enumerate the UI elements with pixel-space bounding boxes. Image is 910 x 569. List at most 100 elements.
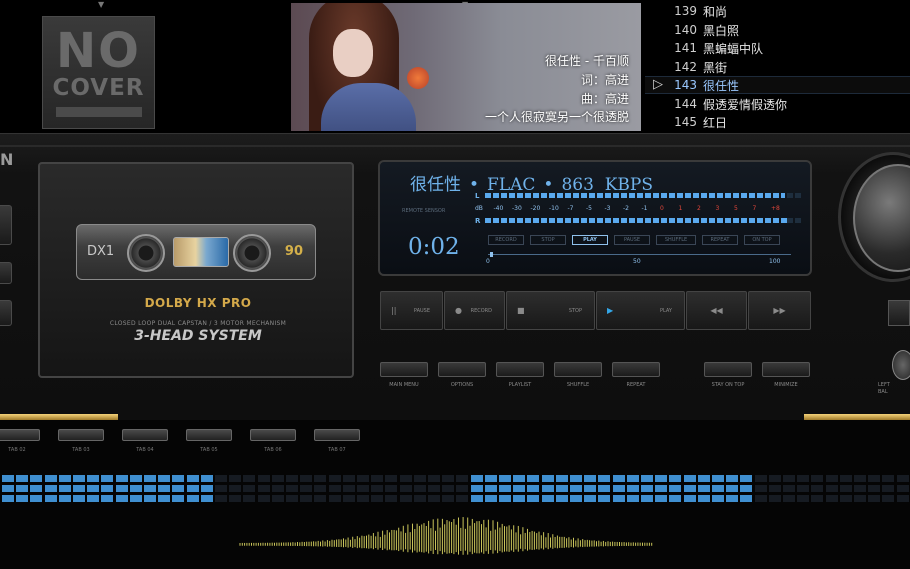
right-side-button[interactable] — [888, 300, 910, 326]
spectrum-segment — [697, 475, 710, 482]
pause-icon: || — [391, 306, 397, 315]
level-meter-left — [485, 193, 785, 198]
spectrum-segment — [101, 485, 114, 492]
stay-on-top-button[interactable] — [704, 362, 752, 377]
play-button[interactable]: ▶ PLAY — [596, 291, 685, 330]
spectrum-segment — [158, 485, 171, 492]
album-artwork: 很任性 - 千百顺 词：高进 曲：高进 一个人很寂寞另一个很透脱 — [291, 3, 641, 131]
lyric-composer: 曲：高进 — [580, 92, 629, 106]
status-indicators: RECORD STOP PLAY PAUSE SHUFFLE REPEAT ON TOP — [488, 235, 780, 245]
level-meter-left-rest — [787, 193, 801, 198]
spectrum-segment — [357, 485, 369, 492]
main-menu-button[interactable] — [380, 362, 428, 377]
playlist-item[interactable]: 144 假透爱情假透你 — [645, 95, 910, 113]
spectrum-segment — [584, 475, 597, 482]
spectrum-segment — [243, 495, 256, 502]
spectrum-segment — [768, 475, 781, 482]
spectrum-segment — [300, 495, 313, 502]
shuffle-button[interactable] — [554, 362, 602, 377]
spectrum-segment — [570, 485, 582, 492]
playlist-item[interactable]: 139 和尚 — [645, 2, 910, 20]
track-title: 黑街 — [703, 60, 728, 75]
spectrum-segment — [257, 495, 270, 502]
progress-knob[interactable] — [490, 252, 494, 257]
left-side-button[interactable] — [0, 262, 12, 284]
options-label: OPTIONS — [450, 382, 474, 388]
playlist-item[interactable]: 145 红日 — [645, 113, 910, 131]
spectrum-segment — [44, 475, 57, 482]
stop-button[interactable]: ■ STOP — [506, 291, 595, 330]
progress-track[interactable] — [488, 254, 791, 255]
spectrum-segment — [854, 485, 866, 492]
spectrum-segment — [413, 475, 426, 482]
spectrum-segment — [30, 475, 43, 482]
stay-on-top-label: STAY ON TOP — [711, 382, 745, 388]
playlist-item[interactable]: 141 黑蝙蝠中队 — [645, 39, 910, 57]
playlist-item[interactable]: 142 黑街 — [645, 58, 910, 76]
spectrum-segment — [726, 495, 739, 502]
scale-tick: -1 — [641, 205, 648, 212]
spectrum-segment — [541, 475, 554, 482]
record-button[interactable]: ● RECORD — [444, 291, 505, 330]
spectrum-segment — [442, 485, 455, 492]
spectrum-segment — [385, 485, 398, 492]
spectrum-segment — [328, 495, 341, 502]
spectrum-segment — [555, 485, 568, 492]
status-pill: ON TOP — [744, 235, 780, 245]
no-cover-art: NO COVER — [42, 16, 155, 129]
tab-button[interactable] — [186, 429, 232, 441]
spectrum-segment — [882, 475, 895, 482]
spectrum-segment — [598, 485, 611, 492]
no-cover-line2: COVER — [52, 75, 145, 101]
cassette-door[interactable]: DX1 90 DOLBY HX PRO CLOSED LOOP DUAL CAP… — [38, 162, 354, 378]
balance-knob[interactable] — [892, 350, 910, 380]
repeat-button[interactable] — [612, 362, 660, 377]
spectrum-segment — [868, 475, 881, 482]
tab-button[interactable] — [58, 429, 104, 441]
display-bitrate: 863 — [561, 175, 594, 195]
tab-label: TAB 05 — [200, 447, 218, 453]
spectrum-segment — [371, 475, 384, 482]
spectrum-segment — [825, 485, 838, 492]
tab-button[interactable] — [0, 429, 40, 441]
mechanism-label: CLOSED LOOP DUAL CAPSTAN / 3 MOTOR MECHA… — [109, 320, 287, 327]
playlist-item[interactable]: 140 黑白照 — [645, 21, 910, 39]
left-side-button[interactable] — [0, 300, 12, 326]
artwork-flower — [407, 67, 429, 89]
collapse-arrow-icon[interactable]: ▼ — [98, 0, 104, 9]
spectrum-segment — [456, 485, 469, 492]
spectrum-segment — [740, 485, 753, 492]
tab-label: TAB 07 — [328, 447, 346, 453]
spectrum-segment — [783, 495, 795, 502]
pause-button[interactable]: || PAUSE — [380, 291, 443, 330]
spectrum-segment — [527, 495, 540, 502]
cassette-label: DX1 — [87, 244, 115, 259]
tab-button[interactable] — [122, 429, 168, 441]
tab-button[interactable] — [250, 429, 296, 441]
spectrum-segment — [626, 475, 639, 482]
options-button[interactable] — [438, 362, 486, 377]
minimize-button[interactable] — [762, 362, 810, 377]
spectrum-segment — [811, 485, 824, 492]
spectrum-segment — [669, 475, 682, 482]
spectrum-segment — [87, 475, 100, 482]
spectrum-segment — [612, 485, 625, 492]
playlist-button[interactable] — [496, 362, 544, 377]
spectrum-segment — [144, 485, 156, 492]
spectrum-segment — [58, 495, 71, 502]
left-side-button[interactable] — [0, 205, 12, 245]
spectrum-segment — [215, 475, 227, 482]
spectrum-row — [0, 485, 910, 492]
tab-button[interactable] — [314, 429, 360, 441]
status-pill: RECORD — [488, 235, 524, 245]
play-icon: ▶ — [607, 306, 614, 315]
previous-button[interactable]: ◀◀ — [686, 291, 747, 330]
spectrum-segment — [30, 495, 43, 502]
spectrum-segment — [641, 485, 653, 492]
spectrum-segment — [655, 475, 668, 482]
scale-tick: 7 — [752, 205, 757, 212]
spectrum-segment — [115, 495, 128, 502]
next-button[interactable]: ▶▶ — [748, 291, 811, 330]
track-title: 黑蝙蝠中队 — [703, 41, 764, 56]
playlist-item-current[interactable]: ▷ 143 很任性 — [645, 76, 910, 94]
